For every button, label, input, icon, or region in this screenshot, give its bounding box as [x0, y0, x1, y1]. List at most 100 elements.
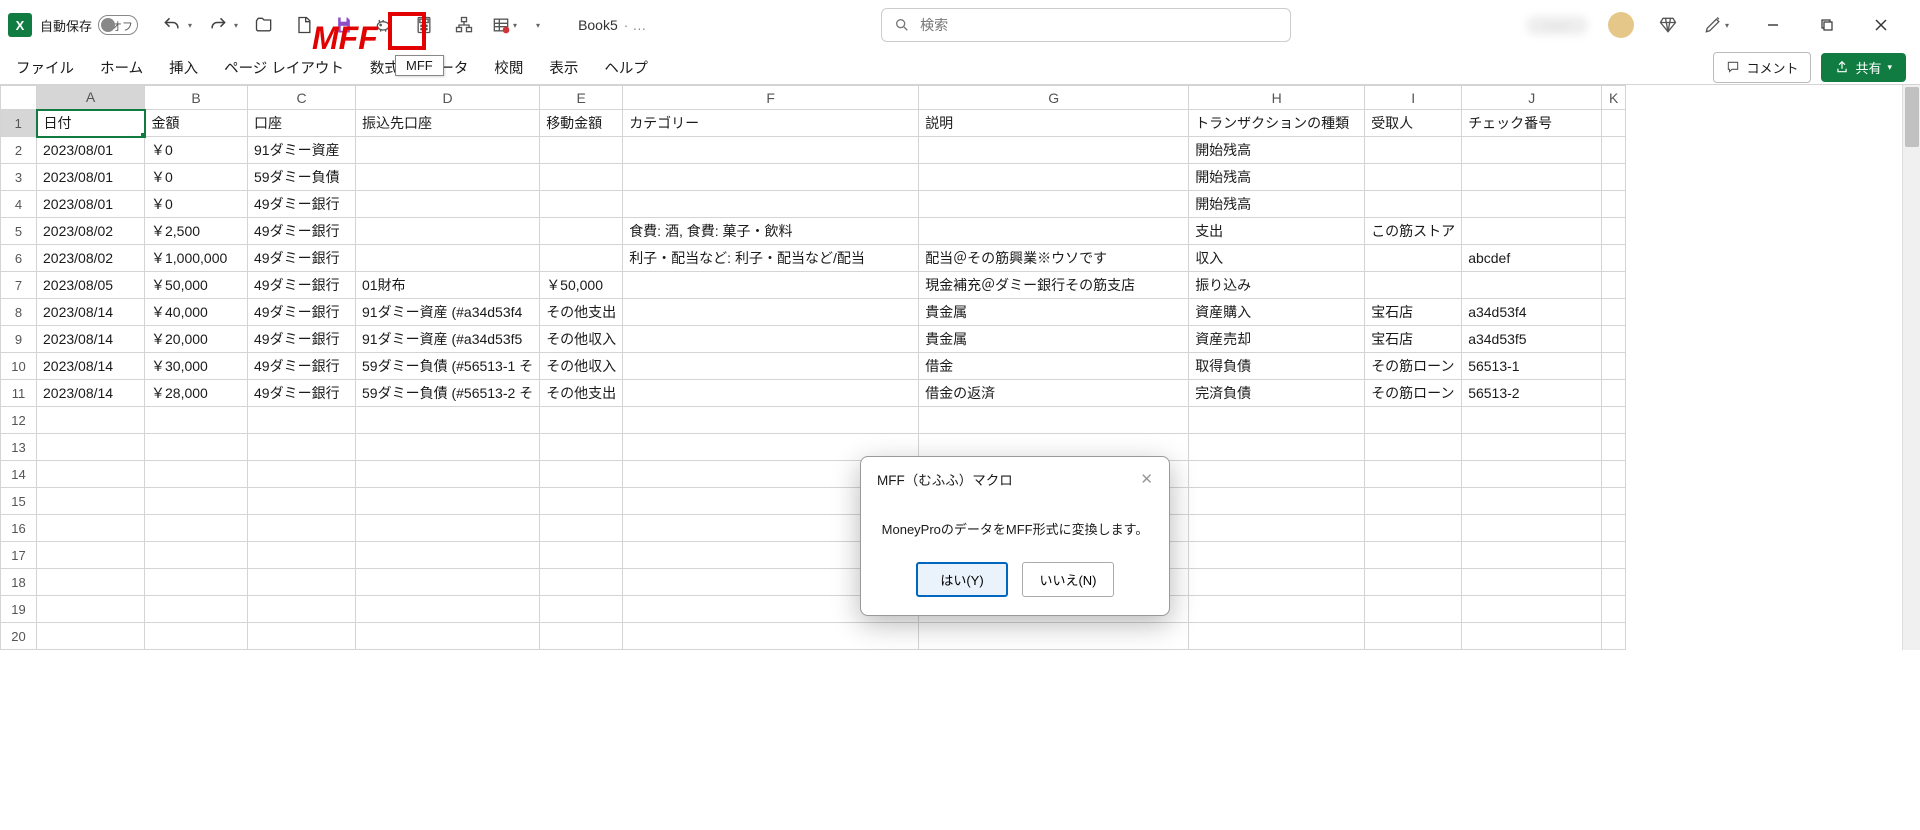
row-header-18[interactable]: 18	[1, 569, 37, 596]
row-header-6[interactable]: 6	[1, 245, 37, 272]
cell-B13[interactable]	[145, 434, 248, 461]
cell-C17[interactable]	[248, 542, 356, 569]
cell-D16[interactable]	[356, 515, 540, 542]
cell-B17[interactable]	[145, 542, 248, 569]
cell-D13[interactable]	[356, 434, 540, 461]
qat-customize[interactable]: ▾	[536, 21, 540, 30]
tab-2[interactable]: 挿入	[167, 53, 200, 82]
cell-E11[interactable]: その他支出	[540, 380, 623, 407]
row-header-19[interactable]: 19	[1, 596, 37, 623]
cell-D1[interactable]: 振込先口座	[356, 110, 540, 137]
cell-I19[interactable]	[1365, 596, 1462, 623]
cell-B6[interactable]: ￥1,000,000	[145, 245, 248, 272]
cell-D14[interactable]	[356, 461, 540, 488]
cell-D15[interactable]	[356, 488, 540, 515]
cell-K14[interactable]	[1602, 461, 1626, 488]
cell-K2[interactable]	[1602, 137, 1626, 164]
tab-7[interactable]: 表示	[547, 53, 580, 82]
col-header-C[interactable]: C	[248, 86, 356, 110]
row-header-1[interactable]: 1	[1, 110, 37, 137]
row-header-9[interactable]: 9	[1, 326, 37, 353]
cell-I12[interactable]	[1365, 407, 1462, 434]
row-header-5[interactable]: 5	[1, 218, 37, 245]
row-header-20[interactable]: 20	[1, 623, 37, 650]
cell-H4[interactable]: 開始残高	[1189, 191, 1365, 218]
cell-B11[interactable]: ￥28,000	[145, 380, 248, 407]
cell-E15[interactable]	[540, 488, 623, 515]
cell-A4[interactable]: 2023/08/01	[37, 191, 145, 218]
cell-I18[interactable]	[1365, 569, 1462, 596]
row-header-14[interactable]: 14	[1, 461, 37, 488]
cell-C16[interactable]	[248, 515, 356, 542]
cell-J7[interactable]	[1462, 272, 1602, 299]
cell-B1[interactable]: 金額	[145, 110, 248, 137]
cell-E13[interactable]	[540, 434, 623, 461]
cell-A16[interactable]	[37, 515, 145, 542]
cell-I1[interactable]: 受取人	[1365, 110, 1462, 137]
cell-K12[interactable]	[1602, 407, 1626, 434]
col-header-I[interactable]: I	[1365, 86, 1462, 110]
cell-C6[interactable]: 49ダミー銀行	[248, 245, 356, 272]
cell-H11[interactable]: 完済負債	[1189, 380, 1365, 407]
cell-D20[interactable]	[356, 623, 540, 650]
cell-B9[interactable]: ￥20,000	[145, 326, 248, 353]
share-button[interactable]: 共有 ▾	[1821, 53, 1906, 82]
cell-I7[interactable]	[1365, 272, 1462, 299]
cell-A19[interactable]	[37, 596, 145, 623]
cell-F8[interactable]	[623, 299, 919, 326]
cell-K5[interactable]	[1602, 218, 1626, 245]
row-header-12[interactable]: 12	[1, 407, 37, 434]
cell-F20[interactable]	[623, 623, 919, 650]
cell-C7[interactable]: 49ダミー銀行	[248, 272, 356, 299]
cell-A12[interactable]	[37, 407, 145, 434]
cell-B19[interactable]	[145, 596, 248, 623]
cell-K18[interactable]	[1602, 569, 1626, 596]
cell-A9[interactable]: 2023/08/14	[37, 326, 145, 353]
select-all-corner[interactable]	[1, 86, 37, 110]
cell-J18[interactable]	[1462, 569, 1602, 596]
undo-button[interactable]	[158, 11, 186, 39]
cell-H18[interactable]	[1189, 569, 1365, 596]
hierarchy-icon[interactable]	[450, 11, 478, 39]
dialog-no-button[interactable]: いいえ(N)	[1022, 562, 1114, 597]
cell-H13[interactable]	[1189, 434, 1365, 461]
filename[interactable]: Book5 · …	[578, 17, 646, 33]
cell-D12[interactable]	[356, 407, 540, 434]
cell-G3[interactable]	[919, 164, 1189, 191]
cell-K1[interactable]	[1602, 110, 1626, 137]
cell-D7[interactable]: 01財布	[356, 272, 540, 299]
cell-J5[interactable]	[1462, 218, 1602, 245]
cell-K10[interactable]	[1602, 353, 1626, 380]
col-header-J[interactable]: J	[1462, 86, 1602, 110]
col-header-D[interactable]: D	[356, 86, 540, 110]
cell-F12[interactable]	[623, 407, 919, 434]
cell-B18[interactable]	[145, 569, 248, 596]
cell-D4[interactable]	[356, 191, 540, 218]
cell-K4[interactable]	[1602, 191, 1626, 218]
cell-E17[interactable]	[540, 542, 623, 569]
cell-I5[interactable]: この筋ストア	[1365, 218, 1462, 245]
col-header-B[interactable]: B	[145, 86, 248, 110]
cell-G5[interactable]	[919, 218, 1189, 245]
cell-G12[interactable]	[919, 407, 1189, 434]
cell-E1[interactable]: 移動金額	[540, 110, 623, 137]
open-button[interactable]	[250, 11, 278, 39]
cell-B5[interactable]: ￥2,500	[145, 218, 248, 245]
cell-A5[interactable]: 2023/08/02	[37, 218, 145, 245]
cell-E19[interactable]	[540, 596, 623, 623]
cell-H14[interactable]	[1189, 461, 1365, 488]
diamond-icon[interactable]	[1654, 11, 1682, 39]
cell-E2[interactable]	[540, 137, 623, 164]
cell-G20[interactable]	[919, 623, 1189, 650]
cell-H17[interactable]	[1189, 542, 1365, 569]
cell-J6[interactable]: abcdef	[1462, 245, 1602, 272]
cell-E18[interactable]	[540, 569, 623, 596]
tab-6[interactable]: 校閲	[492, 53, 525, 82]
cell-K3[interactable]	[1602, 164, 1626, 191]
cell-B8[interactable]: ￥40,000	[145, 299, 248, 326]
tab-8[interactable]: ヘルプ	[602, 53, 650, 82]
cell-I4[interactable]	[1365, 191, 1462, 218]
cell-A17[interactable]	[37, 542, 145, 569]
dialog-yes-button[interactable]: はい(Y)	[916, 562, 1008, 597]
row-header-11[interactable]: 11	[1, 380, 37, 407]
